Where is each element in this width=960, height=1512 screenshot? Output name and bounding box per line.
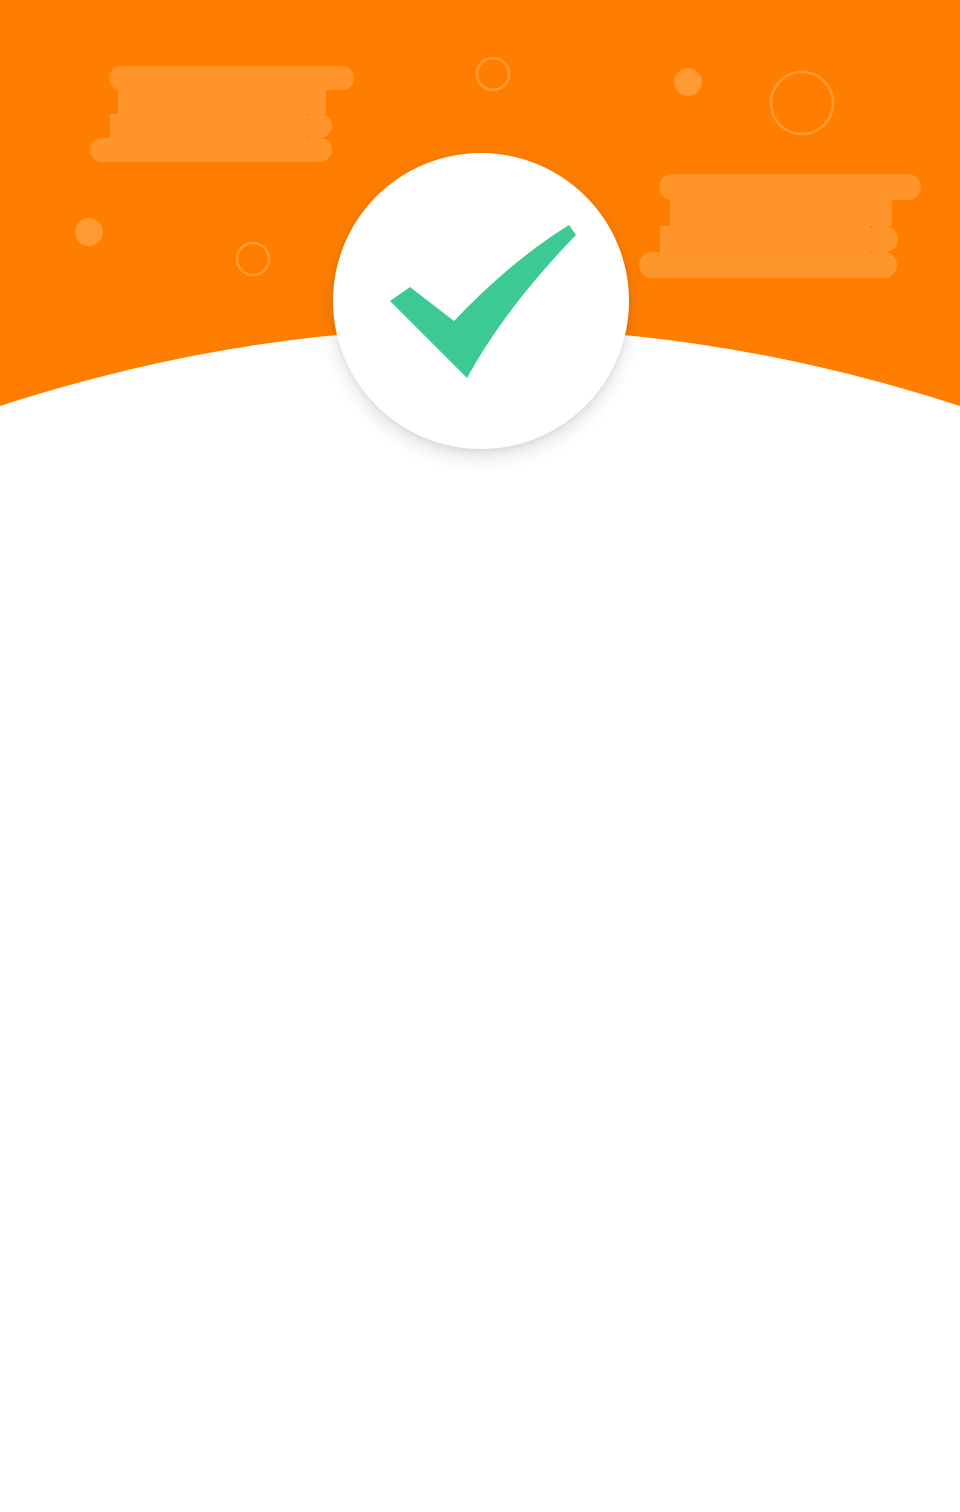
dot-decoration — [674, 68, 702, 96]
success-screen — [0, 0, 960, 1512]
success-badge — [333, 153, 629, 449]
cloud-decoration-right — [639, 174, 921, 278]
dot-decoration — [75, 218, 103, 246]
checkmark-icon — [390, 225, 576, 378]
content-area — [0, 470, 960, 1512]
cloud-decoration-left — [90, 66, 354, 162]
